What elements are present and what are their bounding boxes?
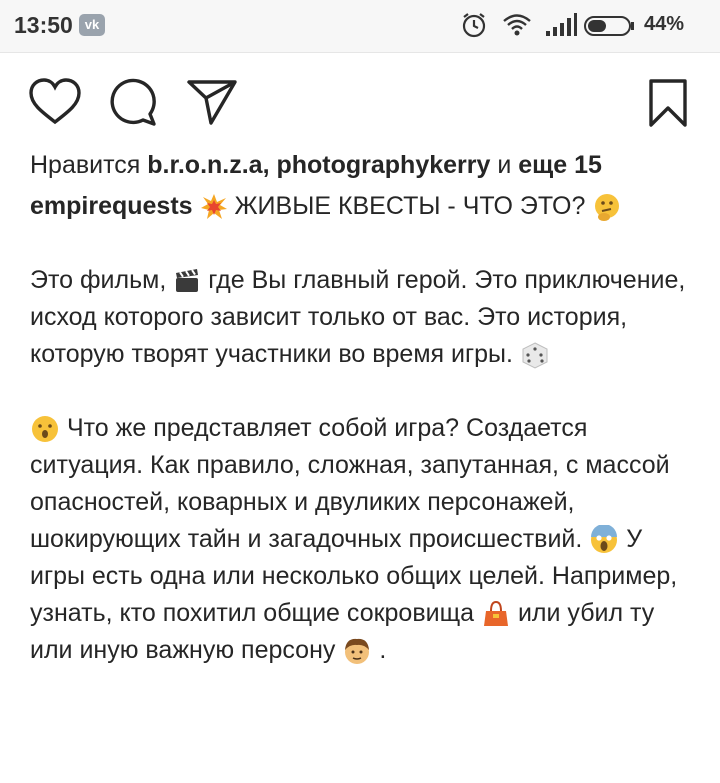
caption-headline: ЖИВЫЕ КВЕСТЫ - ЧТО ЭТО? xyxy=(234,192,586,220)
divider xyxy=(0,52,720,53)
caption-p2d: . xyxy=(379,636,387,664)
post-actions xyxy=(0,70,720,130)
explosion-icon xyxy=(200,194,227,220)
handbag-icon xyxy=(484,601,509,627)
likes-conj: и xyxy=(497,151,512,179)
signal-icon xyxy=(546,13,577,36)
caption-p2a: Что же представляет собой игра? Создаетс… xyxy=(30,414,670,553)
status-time: 13:50 xyxy=(14,12,73,38)
post-caption: empirequests ЖИВЫЕ КВЕСТЫ - ЧТО ЭТО? Это… xyxy=(30,188,690,669)
likes-users[interactable]: b.r.o.n.z.a, photographykerry xyxy=(147,151,490,179)
vk-notification-icon: vk xyxy=(79,14,105,36)
bookmark-icon[interactable] xyxy=(648,78,688,128)
clapperboard-icon xyxy=(176,269,199,293)
dice-icon xyxy=(522,342,548,369)
alarm-icon xyxy=(462,13,486,38)
screaming-face-icon xyxy=(591,525,618,554)
man-face-icon xyxy=(345,639,370,665)
share-icon[interactable] xyxy=(186,78,238,126)
comment-icon[interactable] xyxy=(108,78,158,126)
wifi-icon xyxy=(503,14,531,36)
surprised-face-icon xyxy=(32,416,58,443)
status-icons: 44% xyxy=(460,9,710,41)
battery-percent: 44% xyxy=(644,13,685,35)
caption-p1a: Это фильм, xyxy=(30,266,167,294)
caption-username[interactable]: empirequests xyxy=(30,192,193,220)
status-bar: 13:50 vk 44% xyxy=(0,0,720,52)
heart-icon[interactable] xyxy=(28,78,82,126)
battery-icon xyxy=(584,16,634,36)
likes-line: Нравится b.r.o.n.z.a, photographykerry и… xyxy=(30,148,602,182)
thinking-face-icon xyxy=(595,194,620,222)
likes-more[interactable]: еще 15 xyxy=(518,151,602,179)
likes-prefix: Нравится xyxy=(30,151,141,179)
